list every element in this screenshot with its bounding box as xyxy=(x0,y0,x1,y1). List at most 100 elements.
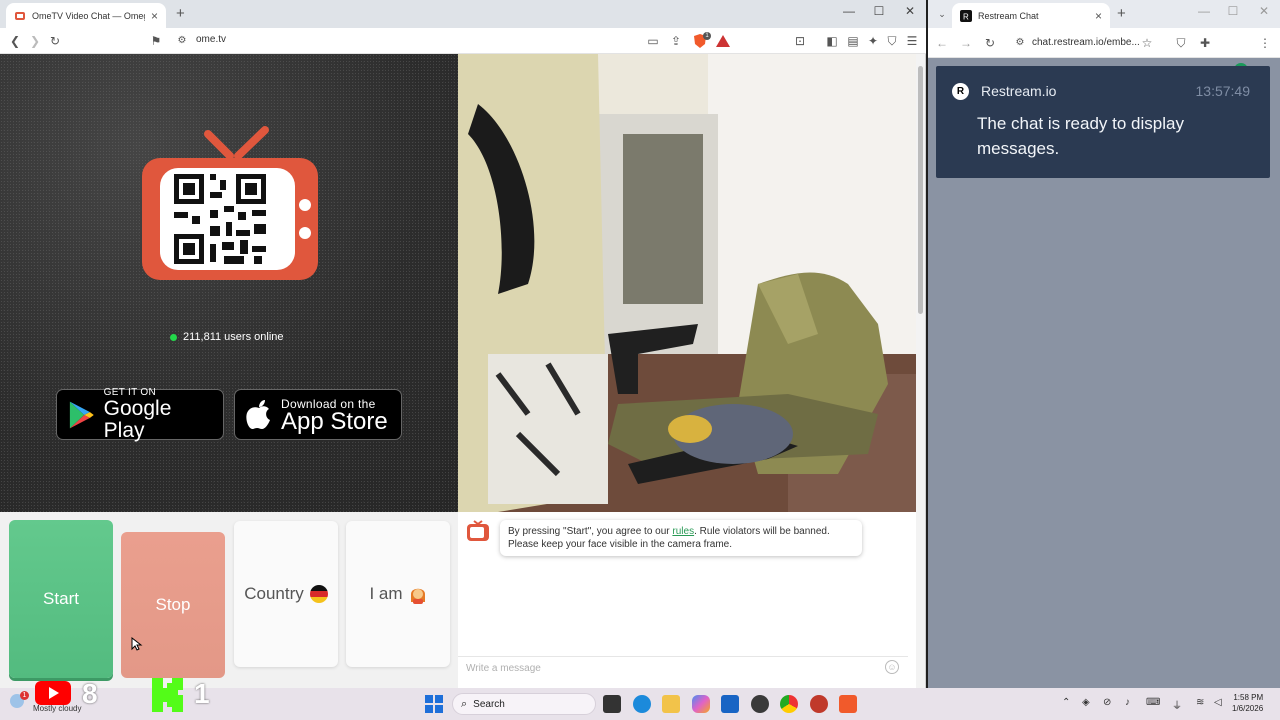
back-icon[interactable]: ❮ xyxy=(7,33,23,49)
forward-icon[interactable]: ❯ xyxy=(27,33,43,49)
ometv-favicon xyxy=(15,11,25,20)
emoji-icon[interactable]: ☺ xyxy=(885,660,899,674)
notice-text-after: . Rule violators will be banned. xyxy=(694,526,830,537)
tab-strip-right: ⌄ R Restream Chat × + — ☐ ✕ xyxy=(928,0,1280,28)
tray-app-icon-1[interactable]: ◈ xyxy=(1082,697,1090,708)
minimize-button-right[interactable]: — xyxy=(1189,4,1219,18)
keyboard-icon[interactable]: ⌨ xyxy=(1146,697,1160,708)
ometv-promo-panel: 211,811 users online GET IT ON Google Pl… xyxy=(0,54,458,512)
close-window-button-right[interactable]: ✕ xyxy=(1249,4,1279,18)
forward-icon-right[interactable]: → xyxy=(958,35,974,51)
stop-button[interactable]: Stop xyxy=(121,532,225,678)
users-online-indicator: 211,811 users online xyxy=(170,331,284,343)
menu-icon-right[interactable]: ⋮ xyxy=(1257,35,1273,51)
scrollbar-thumb[interactable] xyxy=(918,66,923,314)
partner-video-feed xyxy=(458,54,916,512)
tab-ometv[interactable]: OmeTV Video Chat — Omeg × xyxy=(6,3,166,28)
navigation-toolbar: ❮ ❯ ↻ ⚑ ⚙ ome.tv ▭ ⇪ 1 ⊡ ◧ ▤ ✦ ⛉ ☰ xyxy=(0,28,926,54)
tab-close-icon[interactable]: × xyxy=(151,9,158,23)
close-window-button[interactable]: ✕ xyxy=(895,4,925,18)
weather-text: Mostly cloudy xyxy=(33,704,82,713)
address-bar[interactable]: ome.tv xyxy=(196,34,226,45)
chat-controls: Start Stop Country I am xyxy=(0,512,458,688)
country-button[interactable]: Country xyxy=(234,521,338,667)
obs-icon[interactable] xyxy=(751,695,769,713)
minimize-button[interactable]: — xyxy=(834,4,864,18)
share-icon[interactable]: ⇪ xyxy=(668,33,684,49)
taskbar-clock[interactable]: 1:58 PM 1/6/2026 xyxy=(1232,692,1263,714)
tab-restream[interactable]: R Restream Chat × xyxy=(952,3,1110,28)
tab-close-icon-right[interactable]: × xyxy=(1095,9,1102,23)
maximize-button[interactable]: ☐ xyxy=(864,4,894,18)
rewards-icon[interactable] xyxy=(715,33,731,49)
menu-icon[interactable]: ☰ xyxy=(904,33,920,49)
google-play-badge[interactable]: GET IT ON Google Play xyxy=(56,387,224,442)
cast-icon[interactable]: ▭ xyxy=(645,33,661,49)
google-play-big-text: Google Play xyxy=(103,397,172,442)
microphone-icon[interactable]: ♪ xyxy=(1125,697,1130,708)
site-info-icon[interactable]: ⚙ xyxy=(174,33,190,49)
site-info-icon-right[interactable]: ⚙ xyxy=(1012,35,1028,51)
tray-app-icon-2[interactable]: ⊘ xyxy=(1103,697,1111,708)
apple-icon xyxy=(246,399,270,429)
tab-search-icon[interactable]: ⊡ xyxy=(792,33,808,49)
browser-window-ometv: OmeTV Video Chat — Omeg × + — ☐ ✕ ❮ ❯ ↻ … xyxy=(0,0,926,688)
new-tab-button-right[interactable]: + xyxy=(1117,5,1126,22)
store-icon[interactable] xyxy=(721,695,739,713)
bookmark-star-icon[interactable]: ☆ xyxy=(1139,35,1155,51)
edge-icon[interactable] xyxy=(633,695,651,713)
chrome-icon[interactable] xyxy=(780,695,798,713)
new-tab-button[interactable]: + xyxy=(176,5,185,22)
leo-ai-icon[interactable]: ✦ xyxy=(865,33,881,49)
back-icon-right[interactable]: ← xyxy=(934,35,950,51)
extensions-icon[interactable]: ✚ xyxy=(1197,35,1213,51)
message-time: 13:57:49 xyxy=(1195,83,1251,99)
weather-badge: 1 xyxy=(20,691,29,700)
kick-viewer-count: 1 xyxy=(194,678,210,709)
germany-flag-icon xyxy=(309,585,328,603)
app-store-badge[interactable]: Download on the App Store xyxy=(234,389,402,440)
tab-title-right: Restream Chat xyxy=(978,10,1039,21)
windows-start-icon[interactable] xyxy=(425,695,443,713)
message-sender: Restream.io xyxy=(981,83,1057,99)
tab-strip: OmeTV Video Chat — Omeg × + — ☐ ✕ xyxy=(0,0,926,28)
reload-icon-right[interactable]: ↻ xyxy=(982,35,998,51)
start-button[interactable]: Start xyxy=(9,520,113,678)
task-view-icon[interactable] xyxy=(603,695,621,713)
sidebar-icon[interactable]: ◧ xyxy=(824,33,840,49)
gender-label: I am xyxy=(369,584,403,603)
ometv-bot-avatar-icon xyxy=(467,520,489,541)
notice-text-before: By pressing "Start", you agree to our xyxy=(508,526,673,537)
wifi-icon[interactable]: ≋ xyxy=(1196,697,1204,708)
page-scrollbar[interactable] xyxy=(916,54,925,688)
address-bar-right[interactable]: chat.restream.io/embe... xyxy=(1032,37,1140,48)
file-explorer-icon[interactable] xyxy=(662,695,680,713)
copilot-icon[interactable] xyxy=(692,695,710,713)
search-label: Search xyxy=(473,698,505,710)
maximize-button-right[interactable]: ☐ xyxy=(1218,4,1248,18)
wallet-icon[interactable]: ▤ xyxy=(845,33,861,49)
tab-list-icon[interactable]: ⌄ xyxy=(934,6,950,22)
message-input[interactable]: Write a message xyxy=(458,656,908,680)
youtube-icon xyxy=(35,681,71,705)
browser-window-restream: ⌄ R Restream Chat × + — ☐ ✕ ← → ↻ ⚙ chat… xyxy=(928,0,1280,688)
rules-notice: By pressing "Start", you agree to our ru… xyxy=(500,520,862,556)
shield-icon-right[interactable]: ⛉ xyxy=(1173,35,1189,51)
tray-overflow-icon[interactable]: ⌃ xyxy=(1062,697,1070,708)
restream-favicon: R xyxy=(960,9,972,22)
video-frame-image xyxy=(458,54,916,512)
rules-link[interactable]: rules xyxy=(672,526,694,537)
bookmark-icon[interactable]: ⚑ xyxy=(148,33,164,49)
vpn-icon[interactable]: ⛉ xyxy=(884,33,900,49)
woman-emoji-icon xyxy=(410,588,425,604)
svg-text:R: R xyxy=(963,12,969,21)
volume-icon[interactable]: ◁ xyxy=(1214,697,1222,708)
tab-title: OmeTV Video Chat — Omeg xyxy=(32,10,145,21)
app-p-icon[interactable] xyxy=(810,695,828,713)
gender-button[interactable]: I am xyxy=(346,521,450,667)
usb-icon[interactable]: ⏚ xyxy=(1172,697,1182,712)
taskbar-search[interactable]: ⌕ Search xyxy=(452,693,596,715)
brave-icon[interactable] xyxy=(839,695,857,713)
navigation-toolbar-right: ← → ↻ ⚙ chat.restream.io/embe... ☆ ⛉ ✚ s… xyxy=(928,28,1280,77)
reload-icon[interactable]: ↻ xyxy=(47,33,63,49)
